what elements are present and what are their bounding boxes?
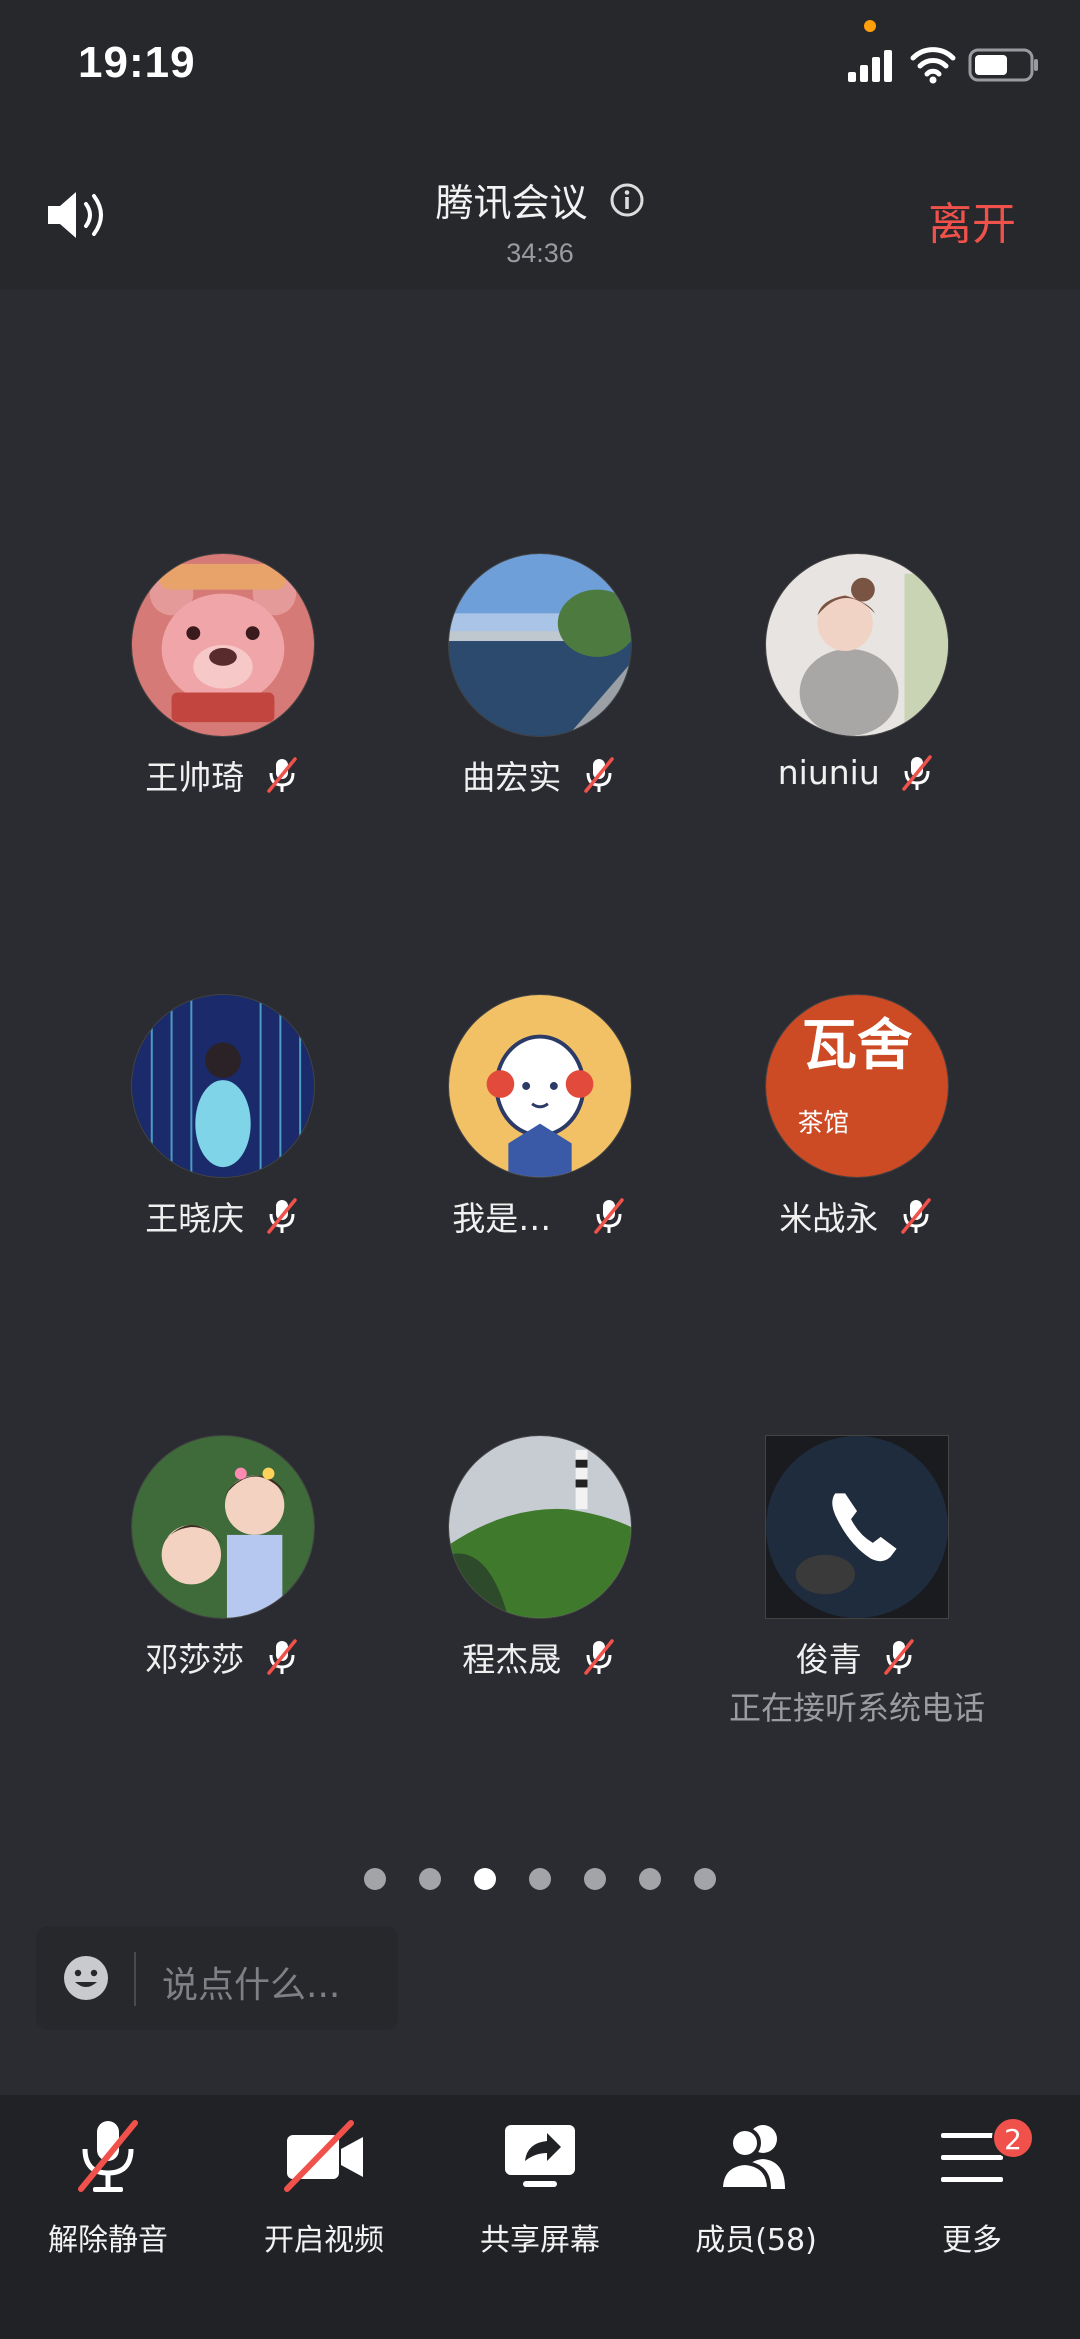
more-button[interactable]: 2 更多 (864, 2117, 1080, 2287)
participant-tile[interactable]: 程杰晟 (380, 1435, 700, 1695)
lighthouse-hill-avatar-image (449, 1436, 631, 1618)
page-dot[interactable] (584, 1868, 607, 1890)
chat-input[interactable]: 说点什么... (36, 1926, 398, 2030)
unmute-button[interactable]: 解除静音 (0, 2117, 216, 2287)
members-button[interactable]: 成员(58) (648, 2117, 864, 2287)
participant-status: 正在接听系统电话 (728, 1689, 985, 1727)
pink-bear-avatar-image (132, 554, 314, 736)
avatar (765, 1435, 949, 1619)
avatar (448, 1435, 632, 1619)
participant-name: 米战永 (779, 1199, 879, 1238)
participant-name: 程杰晟 (462, 1640, 562, 1679)
participant-name: 我是… (452, 1199, 552, 1238)
phone-call-avatar-image (766, 1436, 948, 1618)
wifi-icon (910, 47, 956, 84)
participant-name: 俊青 (795, 1640, 862, 1679)
recording-indicator-dot (864, 20, 876, 32)
emoji-icon[interactable] (62, 1954, 110, 2002)
participant-name: 王帅琦 (145, 758, 245, 797)
muted-mic-icon (584, 1639, 614, 1675)
chat-divider (134, 1952, 136, 2006)
avatar (131, 553, 315, 737)
page-dot[interactable] (529, 1868, 551, 1890)
status-time: 19:19 (78, 38, 196, 87)
participant-name-row: 俊青 (697, 1633, 1017, 1681)
participant-name: 邓莎莎 (145, 1640, 245, 1679)
logo-text-bottom: 茶馆 (798, 1109, 849, 1139)
light-tunnel-avatar-image (132, 995, 314, 1177)
avatar: 瓦舍 茶馆 (765, 994, 949, 1178)
unmute-label: 解除静音 (48, 2223, 168, 2258)
participant-name-row: 我是… (380, 1192, 700, 1240)
wa-she-logo-avatar-image: 瓦舍 茶馆 (766, 995, 948, 1177)
share-label: 共享屏幕 (480, 2223, 600, 2258)
muted-mic-icon (267, 757, 297, 793)
participant-name-row: 王晓庆 (63, 1192, 383, 1240)
info-icon[interactable] (609, 182, 645, 218)
cartoon-girl-avatar-image (449, 995, 631, 1177)
video-off-icon (284, 2120, 363, 2192)
share-screen-icon (505, 2125, 575, 2187)
page-dot[interactable] (694, 1868, 717, 1890)
participant-tile[interactable]: 王帅琦 (63, 553, 383, 813)
participant-name-row: 程杰晟 (380, 1633, 700, 1681)
video-label: 开启视频 (264, 2223, 384, 2258)
members-icon (718, 2125, 785, 2191)
participant-tile[interactable]: 瓦舍 茶馆 米战永 (697, 994, 1017, 1254)
avatar (448, 553, 632, 737)
cellular-signal-icon (848, 50, 892, 82)
page-dot[interactable] (418, 1868, 441, 1890)
battery-icon (968, 48, 1038, 82)
muted-mic-icon (901, 1198, 931, 1234)
more-badge: 2 (992, 2117, 1034, 2159)
meeting-title-wrap: 腾讯会议 (0, 172, 1080, 227)
participant-name-row: 米战永 (697, 1192, 1017, 1240)
participant-tile[interactable]: 王晓庆 (63, 994, 383, 1254)
avatar (131, 1435, 315, 1619)
participant-name-row: 邓莎莎 (63, 1633, 383, 1681)
muted-mic-icon (902, 754, 932, 791)
muted-microphone-icon (78, 2120, 138, 2192)
meeting-duration: 34:36 (506, 238, 574, 268)
share-screen-button[interactable]: 共享屏幕 (432, 2117, 648, 2287)
participant-tile[interactable]: 曲宏实 (380, 553, 700, 813)
logo-text-top: 瓦舍 (802, 1014, 913, 1078)
participant-tile[interactable]: niuniu (697, 553, 1017, 813)
meeting-header: 腾讯会议 34:36 离开 (0, 130, 1080, 290)
meeting-title: 腾讯会议 (435, 181, 588, 225)
muted-mic-icon (594, 1198, 624, 1234)
participant-name-row: niuniu (697, 751, 1017, 793)
chat-placeholder: 说点什么... (162, 1965, 341, 2006)
bottom-toolbar: 解除静音 开启视频 共享屏幕 成员(58) 2 更多 (0, 2095, 1080, 2339)
participant-name: niuniu (777, 753, 880, 792)
participant-tile[interactable]: 俊青 正在接听系统电话 (697, 1435, 1017, 1727)
start-video-button[interactable]: 开启视频 (216, 2117, 432, 2287)
muted-mic-icon (267, 1198, 297, 1234)
participant-name: 王晓庆 (145, 1199, 245, 1238)
avatar (131, 994, 315, 1178)
participant-tile[interactable]: 我是… (380, 994, 700, 1254)
avatar (448, 994, 632, 1178)
participant-name: 曲宏实 (462, 758, 562, 797)
page-dot-active[interactable] (473, 1868, 496, 1890)
members-label: 成员(58) (695, 2223, 817, 2258)
two-girls-avatar-image (132, 1436, 314, 1618)
status-bar: 19:19 (0, 0, 1080, 130)
muted-mic-icon (267, 1639, 297, 1675)
participant-tile[interactable]: 邓莎莎 (63, 1435, 383, 1695)
participant-name-row: 曲宏实 (380, 751, 700, 799)
page-dot[interactable] (639, 1868, 662, 1890)
more-label: 更多 (942, 2223, 1002, 2258)
muted-mic-icon (884, 1639, 914, 1675)
muted-mic-icon (584, 757, 614, 793)
participant-name-row: 王帅琦 (63, 751, 383, 799)
river-landscape-avatar-image (449, 554, 631, 736)
girl-photo-avatar-image (766, 554, 948, 736)
page-dot[interactable] (363, 1868, 386, 1890)
leave-button[interactable]: 离开 (928, 188, 1016, 252)
avatar (765, 553, 949, 737)
page-indicator (0, 1868, 1080, 1894)
